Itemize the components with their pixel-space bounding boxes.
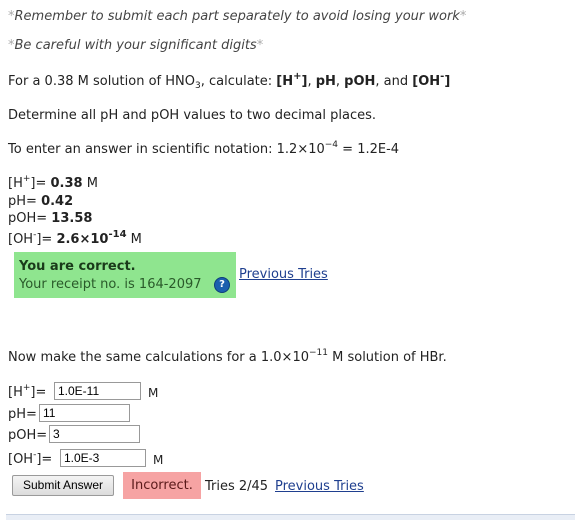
submit-reminder-note: *Remember to submit each part separately… bbox=[8, 9, 467, 24]
poh-input-label: pOH= bbox=[8, 428, 48, 443]
answer-poh: pOH= 13.58 bbox=[8, 211, 93, 226]
oh-input-label: [OH-]= bbox=[8, 450, 53, 468]
bottom-panel-edge bbox=[6, 514, 575, 520]
tries-count: Tries 2/45 bbox=[205, 479, 269, 494]
answer-oh-concentration: [OH-]= 2.6×10-14 M bbox=[8, 229, 142, 248]
problem1-prompt: For a 0.38 M solution of HNO3, calculate… bbox=[8, 71, 451, 91]
previous-tries-link-1[interactable]: Previous Tries bbox=[239, 267, 328, 282]
receipt-number: Your receipt no. is 164-2097 bbox=[19, 277, 202, 292]
help-icon[interactable]: ? bbox=[214, 277, 230, 293]
correct-message: You are correct. bbox=[19, 259, 136, 274]
ph-input[interactable]: 11 bbox=[39, 404, 130, 422]
submit-answer-button[interactable]: Submit Answer bbox=[12, 475, 114, 496]
problem1-targets: [H+] bbox=[276, 71, 308, 90]
h-concentration-input[interactable]: 1.0E-11 bbox=[54, 382, 141, 400]
h-unit: M bbox=[148, 386, 159, 400]
ph-input-label: pH= bbox=[8, 407, 37, 422]
h-input-label: [H+]= bbox=[8, 383, 47, 401]
incorrect-status: Incorrect. bbox=[123, 472, 201, 499]
poh-input[interactable]: 3 bbox=[49, 425, 140, 443]
correct-feedback: You are correct. Your receipt no. is 164… bbox=[14, 252, 236, 298]
decimals-instruction: Determine all pH and pOH values to two d… bbox=[8, 108, 377, 123]
previous-tries-link-2[interactable]: Previous Tries bbox=[275, 479, 364, 494]
oh-unit: M bbox=[153, 453, 164, 467]
answer-ph: pH= 0.42 bbox=[8, 194, 74, 209]
sig-digits-note: *Be careful with your significant digits… bbox=[8, 38, 264, 53]
oh-concentration-input[interactable]: 1.0E-3 bbox=[60, 449, 146, 467]
problem2-prompt: Now make the same calculations for a 1.0… bbox=[8, 348, 447, 366]
answer-h-concentration: [H+]= 0.38 M bbox=[8, 174, 98, 192]
sci-notation-instruction: To enter an answer in scientific notatio… bbox=[8, 140, 400, 158]
